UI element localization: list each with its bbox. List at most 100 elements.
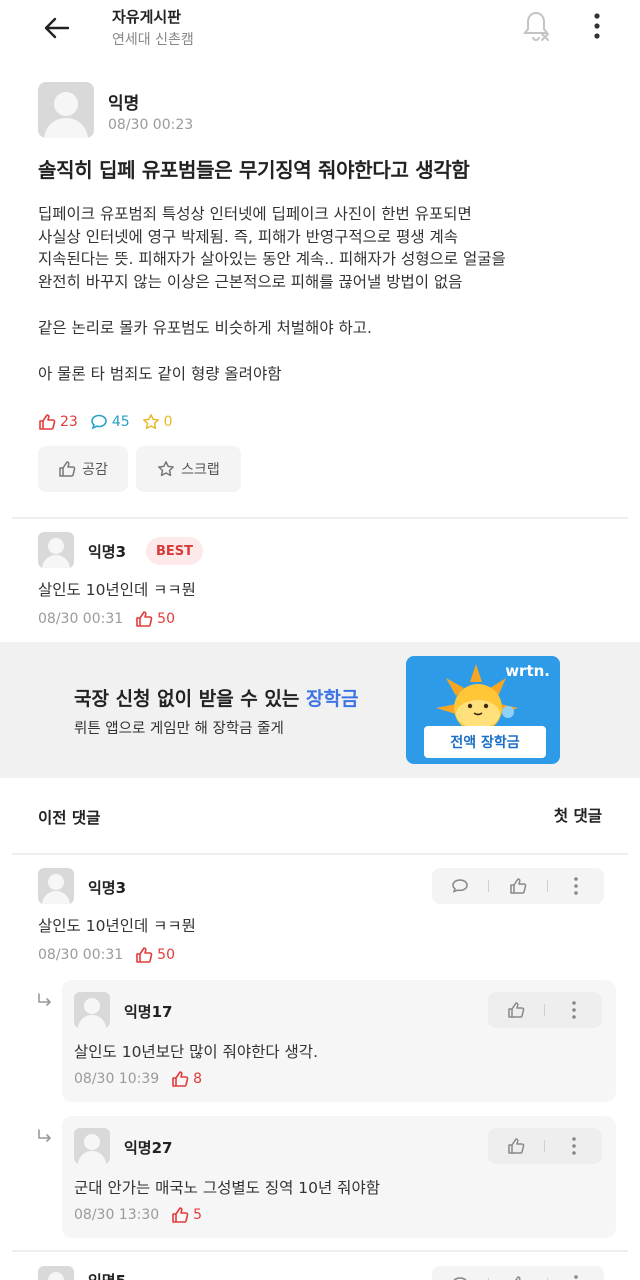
back-button[interactable] bbox=[34, 10, 78, 46]
comment-meta: 08/30 00:31 50 bbox=[38, 946, 175, 964]
scrap-count-value: 0 bbox=[163, 414, 173, 430]
thumbs-up-icon bbox=[136, 947, 153, 963]
reply-arrow-icon bbox=[38, 993, 51, 1006]
reply-avatar bbox=[74, 1128, 110, 1164]
reply-like-button[interactable] bbox=[501, 995, 531, 1025]
comment-time: 08/30 00:31 bbox=[38, 947, 124, 963]
post-body-line: 지속된다는 뜻. 피해자가 살아있는 동안 계속.. 피해자가 성형으로 얼굴을 bbox=[38, 250, 506, 268]
post-body-line: 딥페이크 유포범죄 특성상 인터넷에 딥페이크 사진이 한번 유포되면 bbox=[38, 205, 472, 223]
reply-like-button[interactable] bbox=[501, 1131, 531, 1161]
reply-time: 08/30 13:30 bbox=[74, 1207, 160, 1223]
reply-arrow-icon bbox=[38, 1129, 51, 1142]
comment-like-button[interactable] bbox=[503, 1269, 533, 1280]
first-comment-button[interactable]: 첫 댓글 bbox=[554, 804, 602, 826]
thumbs-up-icon bbox=[508, 1138, 525, 1154]
reply-item: 익명17 살인도 10년보단 많이 줘야한다 생각. 08/30 10:39 8 bbox=[62, 980, 616, 1102]
ad-banner[interactable]: 국장 신청 없이 받을 수 있는 장학금 뤼튼 앱으로 게임만 해 장학금 줄게… bbox=[0, 642, 640, 778]
post-title: 솔직히 딥페 유포범들은 무기징역 줘야한다고 생각함 bbox=[38, 158, 470, 182]
best-comment-text: 살인도 10년인데 ㅋㅋ뭔 bbox=[38, 581, 196, 599]
reply-item: 익명27 군대 안가는 매국노 그성별도 징역 10년 줘야함 08/30 13… bbox=[62, 1116, 616, 1238]
post-body-line: 완전히 바꾸지 않는 이상은 근본적으로 피해를 끊어낼 방법이 없음 bbox=[38, 273, 463, 291]
comment-like-button[interactable] bbox=[503, 871, 533, 901]
comment-nav: 이전 댓글 첫 댓글 bbox=[0, 800, 640, 834]
more-vertical-icon bbox=[574, 877, 578, 895]
comment-avatar bbox=[38, 532, 74, 568]
reply-button[interactable] bbox=[445, 871, 475, 901]
comment-likes: 50 bbox=[135, 946, 175, 964]
comment-actions bbox=[432, 1266, 604, 1280]
thumbs-up-icon bbox=[59, 461, 76, 477]
comment-text: 살인도 10년인데 ㅋㅋ뭔 bbox=[38, 917, 196, 935]
thumbs-up-icon bbox=[39, 414, 56, 430]
best-comment-author: 익명3 bbox=[88, 543, 127, 561]
thumbs-up-icon bbox=[515, 1276, 521, 1280]
divider bbox=[12, 1250, 628, 1252]
separator bbox=[546, 880, 548, 892]
reply-actions bbox=[488, 992, 602, 1028]
thumbs-up-icon bbox=[172, 1207, 189, 1223]
post-author: 익명 bbox=[108, 94, 140, 114]
ad-headline-text: 국장 신청 없이 받을 수 있는 bbox=[74, 688, 306, 710]
best-comment-time: 08/30 00:31 bbox=[38, 611, 124, 627]
comment-count: 45 bbox=[90, 413, 130, 431]
separator bbox=[488, 880, 490, 892]
star-icon bbox=[142, 414, 159, 430]
school-name: 연세대 신촌캠 bbox=[112, 32, 194, 48]
ad-headline: 국장 신청 없이 받을 수 있는 장학금 bbox=[74, 684, 358, 711]
thumbs-up-icon bbox=[136, 611, 153, 627]
reply-more-button[interactable] bbox=[559, 995, 589, 1025]
best-comment-meta: 08/30 00:31 50 bbox=[38, 610, 175, 628]
bell-off-icon bbox=[523, 11, 549, 41]
comment-count-value: 45 bbox=[111, 414, 130, 430]
previous-comments-button[interactable]: 이전 댓글 bbox=[38, 806, 100, 828]
comment-more-button[interactable] bbox=[561, 1269, 591, 1280]
reply-button[interactable] bbox=[445, 1269, 475, 1280]
top-bar: 자유게시판 연세대 신촌캠 bbox=[0, 0, 640, 60]
comment-avatar bbox=[38, 868, 74, 904]
reply-avatar bbox=[74, 992, 110, 1028]
notification-button[interactable] bbox=[516, 6, 556, 46]
best-badge: BEST bbox=[146, 537, 204, 565]
scrap-button[interactable]: 스크랩 bbox=[136, 446, 241, 492]
post-body-line: 사실상 인터넷에 영구 박제됨. 즉, 피해가 반영구적으로 평생 계속 bbox=[38, 228, 459, 246]
post-stats: 23 45 0 bbox=[38, 410, 185, 434]
reply-author: 익명27 bbox=[124, 1139, 173, 1157]
reply-text: 군대 안가는 매국노 그성별도 징역 10년 줘야함 bbox=[74, 1179, 380, 1197]
divider bbox=[12, 853, 628, 855]
reply-likes-value: 8 bbox=[193, 1071, 203, 1087]
comment-icon bbox=[453, 1277, 467, 1280]
ad-image: wrtn. 전액 장학금 bbox=[406, 656, 560, 764]
board-title: 자유게시판 bbox=[112, 8, 182, 26]
author-avatar bbox=[38, 82, 94, 138]
comment-avatar bbox=[38, 1266, 74, 1280]
reply-likes: 5 bbox=[171, 1206, 202, 1224]
like-count: 23 bbox=[38, 413, 78, 431]
comment-author: 익명5 bbox=[88, 1270, 126, 1280]
arrow-left-icon bbox=[44, 17, 70, 39]
scrap-count: 0 bbox=[142, 413, 173, 431]
ad-subline: 뤼튼 앱으로 게임만 해 장학금 줄게 bbox=[74, 721, 284, 737]
like-count-value: 23 bbox=[60, 414, 78, 430]
comment-icon bbox=[91, 414, 107, 430]
post-body-line: 아 물론 타 범죄도 같이 형량 올려야함 bbox=[38, 365, 282, 383]
reply-likes-value: 5 bbox=[193, 1207, 203, 1223]
like-button[interactable]: 공감 bbox=[38, 446, 128, 492]
reply-actions bbox=[488, 1128, 602, 1164]
reply-text: 살인도 10년보단 많이 줘야한다 생각. bbox=[74, 1043, 318, 1061]
star-icon bbox=[158, 461, 175, 477]
thumbs-up-icon bbox=[508, 1002, 525, 1018]
scrap-button-label: 스크랩 bbox=[181, 462, 220, 478]
separator bbox=[544, 1140, 546, 1152]
divider bbox=[12, 517, 628, 519]
more-vertical-icon bbox=[594, 13, 600, 39]
thumbs-up-icon bbox=[172, 1071, 189, 1087]
comment-actions bbox=[432, 868, 604, 904]
reply-more-button[interactable] bbox=[559, 1131, 589, 1161]
comment-more-button[interactable] bbox=[561, 871, 591, 901]
more-vertical-icon bbox=[574, 1275, 578, 1279]
thumbs-up-icon bbox=[510, 878, 527, 894]
more-vertical-icon bbox=[572, 1001, 576, 1019]
more-options-button[interactable] bbox=[582, 8, 612, 44]
like-button-label: 공감 bbox=[82, 462, 108, 478]
post-body-line: 같은 논리로 몰카 유포범도 비슷하게 처벌해야 하고. bbox=[38, 319, 372, 337]
